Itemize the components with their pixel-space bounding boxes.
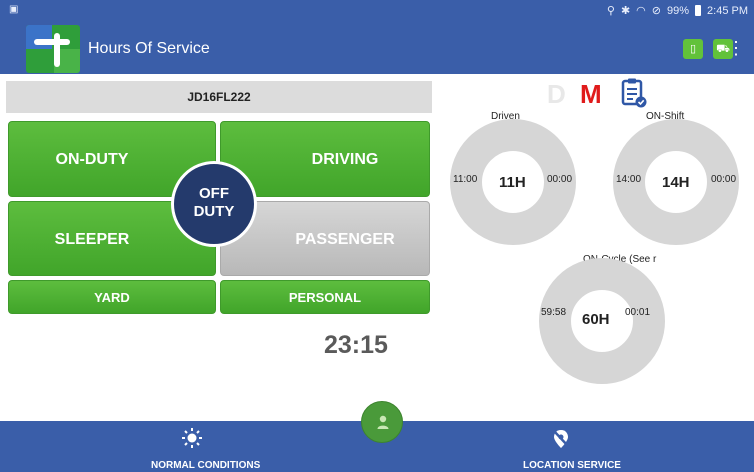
yard-button[interactable]: YARD (8, 280, 216, 314)
on-shift-gauge-value: 14H (662, 174, 690, 191)
clock: 2:45 PM (707, 4, 748, 17)
battery-icon (695, 5, 702, 16)
location-service-label[interactable]: LOCATION SERVICE (523, 460, 621, 471)
off-duty-label-line1: OFF (199, 185, 229, 202)
wifi-icon: ◠ (636, 5, 646, 17)
on-cycle-gauge-right: 00:01 (625, 307, 651, 318)
overflow-menu-icon[interactable]: ⋮ (727, 38, 745, 58)
dnd-icon: ⊘ (651, 5, 661, 17)
on-shift-gauge-right: 00:00 (711, 174, 737, 185)
app-logo (26, 25, 80, 73)
status-icons: ⚲ ✱ ◠ ⊘ 99% 2:45 PM (606, 4, 748, 18)
vehicle-id-bar[interactable]: JD16FL222 (6, 81, 432, 113)
battery-percent: 99% (667, 4, 690, 17)
location-icon: ⚲ (606, 5, 615, 17)
off-duty-label-line2: DUTY (193, 203, 235, 220)
normal-conditions-label[interactable]: NORMAL CONDITIONS (151, 460, 260, 471)
driver-fab-button[interactable] (361, 401, 403, 443)
on-cycle-gauge-value: 60H (582, 311, 610, 328)
on-shift-gauge-left: 14:00 (616, 174, 642, 185)
app-bar: Hours Of Service ▯ ⛟ ⋮ (0, 22, 754, 74)
photo-notification-icon: ▣ (9, 4, 19, 15)
app-title: Hours Of Service (88, 40, 210, 57)
d-indicator: D (547, 79, 566, 109)
off-duty-button[interactable]: OFF DUTY (171, 161, 257, 247)
driver-icon (377, 415, 389, 429)
personal-button[interactable]: PERSONAL (220, 280, 430, 314)
clipboard-check-icon[interactable] (621, 78, 647, 108)
sun-icon[interactable] (181, 427, 203, 449)
m-indicator: M (580, 79, 602, 109)
location-off-icon[interactable] (551, 429, 571, 449)
status-timer: 23:15 (324, 331, 388, 359)
bluetooth-icon: ✱ (620, 5, 631, 17)
on-cycle-gauge-left: 59:58 (541, 307, 567, 318)
driven-gauge-left: 11:00 (453, 174, 478, 185)
driven-gauge-right: 00:00 (547, 174, 573, 185)
driven-gauge-value: 11H (499, 174, 526, 191)
phone-status-icon[interactable]: ▯ (683, 39, 703, 59)
status-bar: ▣ ⚲ ✱ ◠ ⊘ 99% 2:45 PM (0, 0, 754, 22)
